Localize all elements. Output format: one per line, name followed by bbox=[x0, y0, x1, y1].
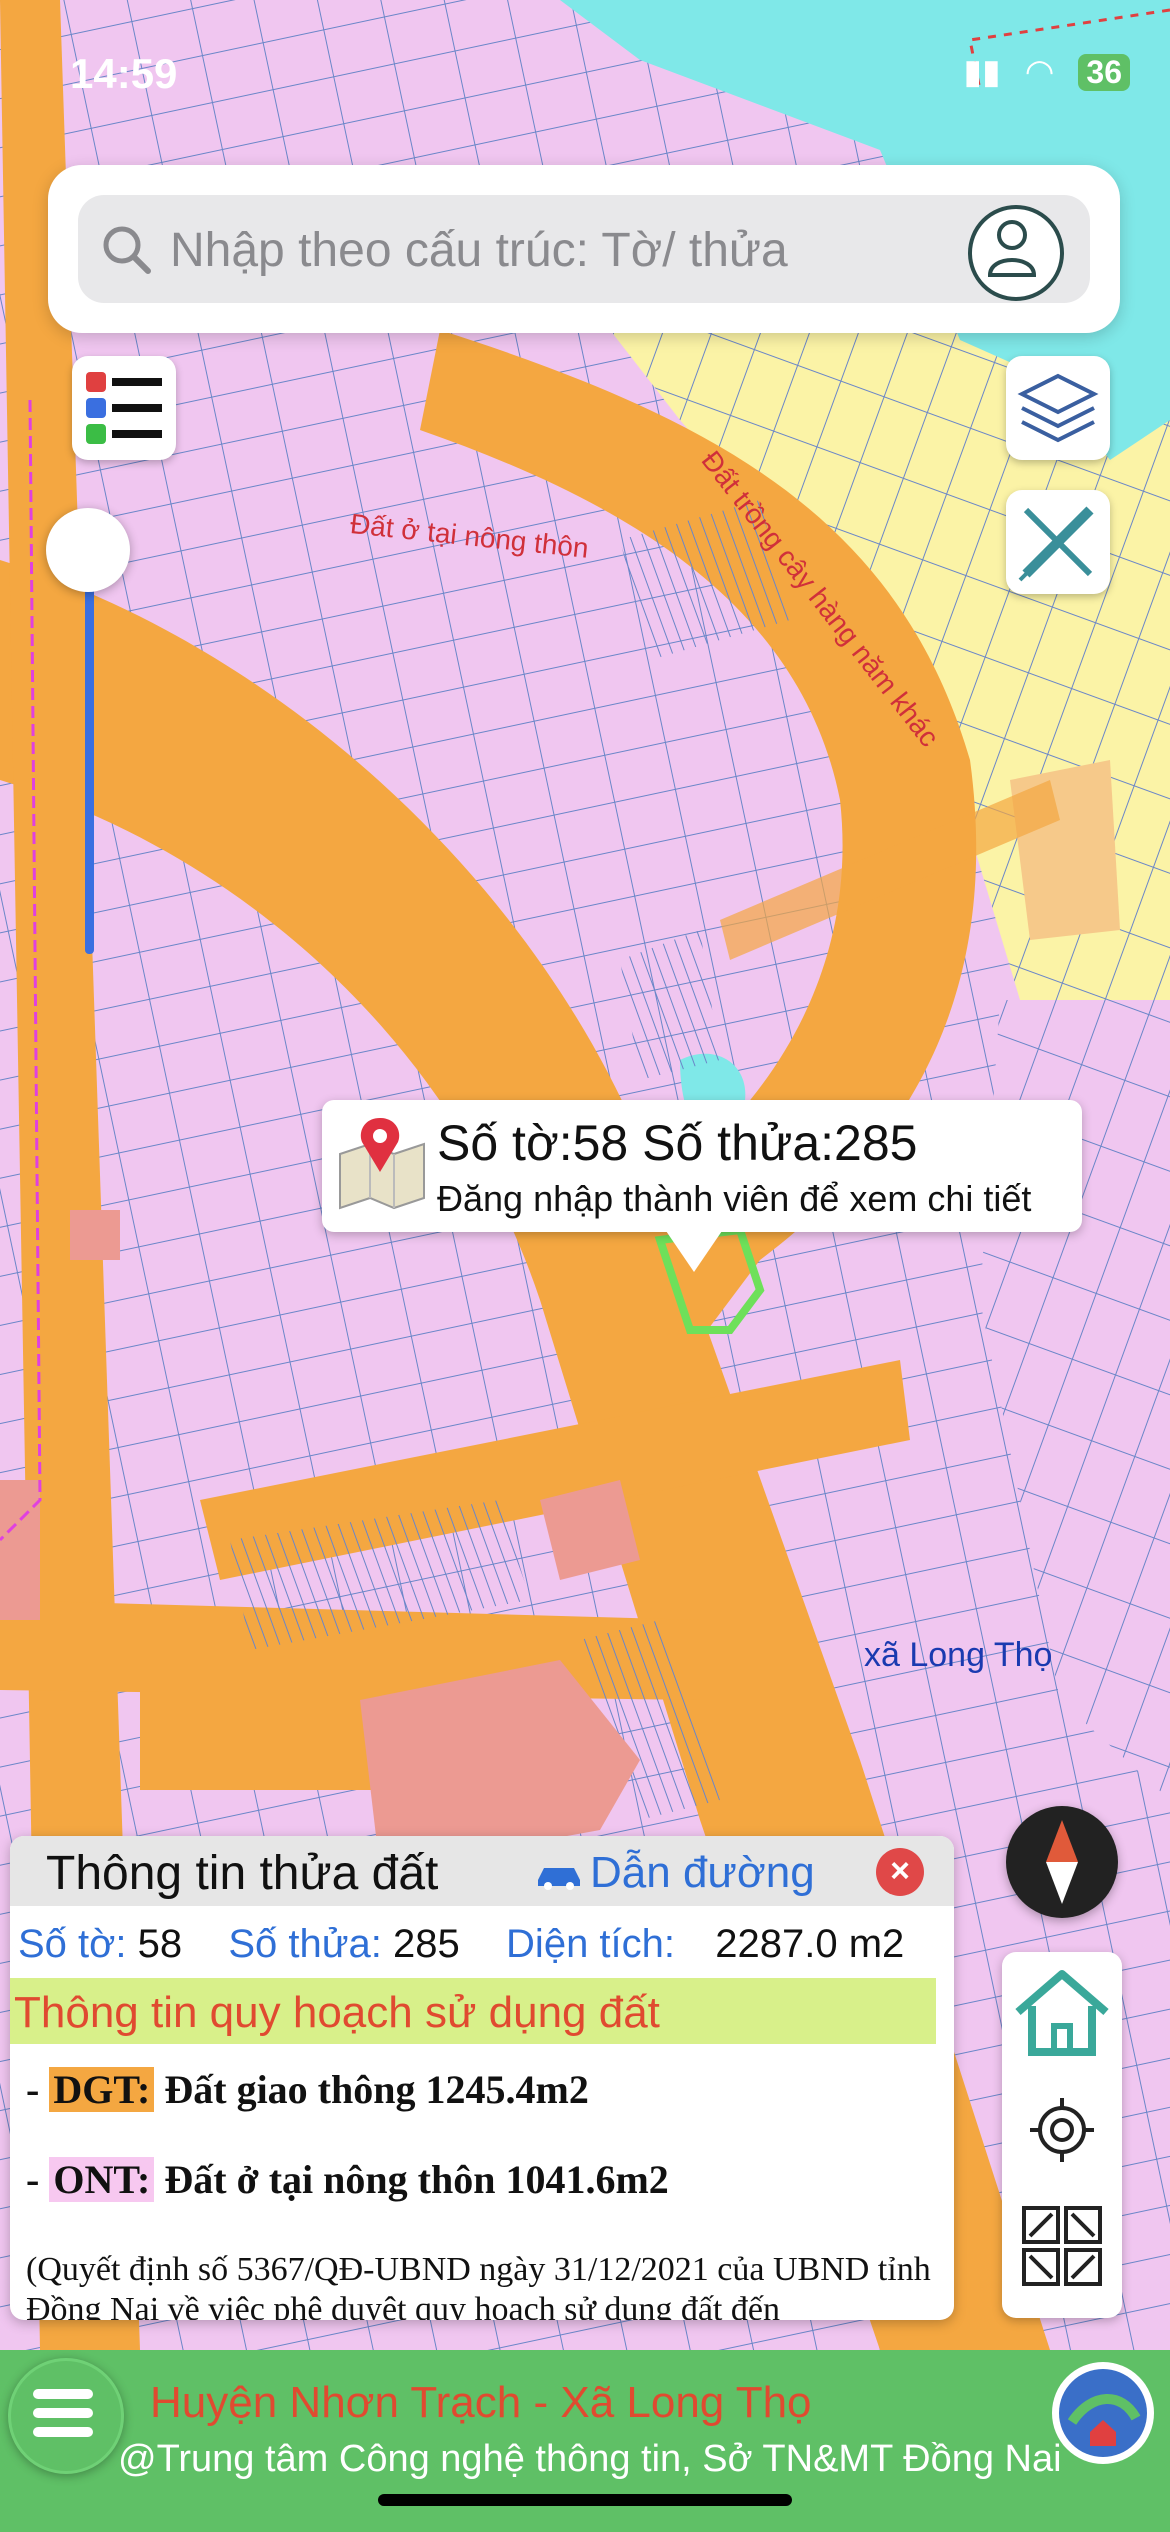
crosshair-icon[interactable] bbox=[1026, 2094, 1098, 2166]
search-icon bbox=[103, 226, 151, 274]
home-icon[interactable] bbox=[1008, 1962, 1116, 2062]
qr-code-icon[interactable] bbox=[1020, 2204, 1104, 2288]
footer-credit: @Trung tâm Công nghệ thông tin, Sở TN&MT… bbox=[118, 2438, 1062, 2480]
popup-title: Số tờ:58 Số thửa:285 bbox=[437, 1115, 918, 1171]
area-value: 2287.0 m2 bbox=[715, 1922, 905, 1966]
directions-button[interactable]: Dẫn đường bbox=[534, 1848, 815, 1898]
land-use-desc: Đất ở tại nông thôn 1041.6m2 bbox=[154, 2157, 669, 2202]
ruler-pencil-icon bbox=[1018, 506, 1094, 582]
parcel-info-row: Số tờ: 58 Số thửa: 285 Diện tích: 2287.0… bbox=[18, 1922, 904, 1967]
panel-title: Thông tin thửa đất bbox=[46, 1847, 439, 1900]
land-use-code: DGT: bbox=[49, 2067, 155, 2112]
battery-icon: 36 bbox=[1078, 53, 1130, 91]
home-indicator bbox=[378, 2494, 792, 2506]
land-use-desc: Đất giao thông 1245.4m2 bbox=[154, 2067, 589, 2112]
land-use-code: ONT: bbox=[49, 2157, 155, 2202]
sheet-label: Số tờ: bbox=[18, 1922, 127, 1966]
search-card: Nhập theo cấu trúc: Tờ/ thửa bbox=[48, 165, 1120, 333]
planning-header: Thông tin quy hoạch sử dụng đất bbox=[10, 1978, 936, 2044]
user-button[interactable] bbox=[968, 205, 1064, 301]
land-use-item: - DGT: Đất giao thông 1245.4m2 bbox=[26, 2066, 589, 2113]
area-label: Diện tích: bbox=[506, 1922, 676, 1966]
map-tools-stack bbox=[1002, 1952, 1122, 2318]
compass-button[interactable] bbox=[1006, 1806, 1118, 1918]
popup-pointer bbox=[664, 1228, 724, 1272]
sheet-value: 58 bbox=[137, 1922, 183, 1966]
directions-label: Dẫn đường bbox=[590, 1848, 815, 1897]
parcel-value: 285 bbox=[393, 1922, 460, 1966]
land-use-prefix: - bbox=[26, 2157, 50, 2202]
parcel-label: Số thửa: bbox=[228, 1922, 382, 1966]
menu-button[interactable] bbox=[8, 2358, 124, 2474]
close-icon[interactable]: × bbox=[876, 1848, 924, 1896]
search-placeholder: Nhập theo cấu trúc: Tờ/ thửa bbox=[170, 224, 788, 277]
agency-logo bbox=[1052, 2362, 1154, 2464]
search-input[interactable]: Nhập theo cấu trúc: Tờ/ thửa bbox=[78, 195, 1090, 303]
parcel-popup[interactable]: Số tờ:58 Số thửa:285 Đăng nhập thành viê… bbox=[322, 1100, 1082, 1232]
status-time: 14:59 bbox=[70, 50, 178, 97]
legend-icon bbox=[86, 372, 162, 444]
menu-icon bbox=[33, 2389, 93, 2437]
status-indicators: ▮▮ ◠ 36 bbox=[963, 52, 1130, 92]
land-use-prefix: - bbox=[26, 2067, 50, 2112]
layers-icon bbox=[1017, 373, 1099, 443]
wifi-icon: ◠ bbox=[1024, 53, 1055, 91]
zoom-slider-track[interactable] bbox=[85, 548, 94, 954]
planning-title: Thông tin quy hoạch sử dụng đất bbox=[14, 1988, 660, 2037]
land-use-item: - ONT: Đất ở tại nông thôn 1041.6m2 bbox=[26, 2156, 669, 2203]
car-icon bbox=[538, 1868, 580, 1891]
decision-text: (Quyết định số 5367/QĐ-UBND ngày 31/12/2… bbox=[26, 2251, 931, 2320]
layers-button[interactable] bbox=[1006, 356, 1110, 460]
map-label-commune: xã Long Thọ bbox=[864, 1636, 1053, 1674]
parcel-info-panel: Thông tin thửa đất Dẫn đường × Số tờ: 58… bbox=[10, 1836, 954, 2320]
popup-subtitle[interactable]: Đăng nhập thành viên để xem chi tiết bbox=[437, 1178, 1031, 1220]
footer-location: Huyện Nhơn Trạch - Xã Long Thọ bbox=[150, 2378, 812, 2427]
zoom-slider-handle[interactable] bbox=[46, 508, 130, 592]
compass-icon bbox=[1046, 1820, 1078, 1904]
measure-button[interactable] bbox=[1006, 490, 1110, 594]
signal-icon: ▮▮ bbox=[963, 53, 1001, 91]
map-pin-icon bbox=[339, 1118, 425, 1210]
legend-button[interactable] bbox=[72, 356, 176, 460]
user-icon bbox=[987, 220, 1037, 277]
panel-header: Thông tin thửa đất Dẫn đường × bbox=[10, 1836, 954, 1906]
logo-icon bbox=[1059, 2369, 1147, 2457]
